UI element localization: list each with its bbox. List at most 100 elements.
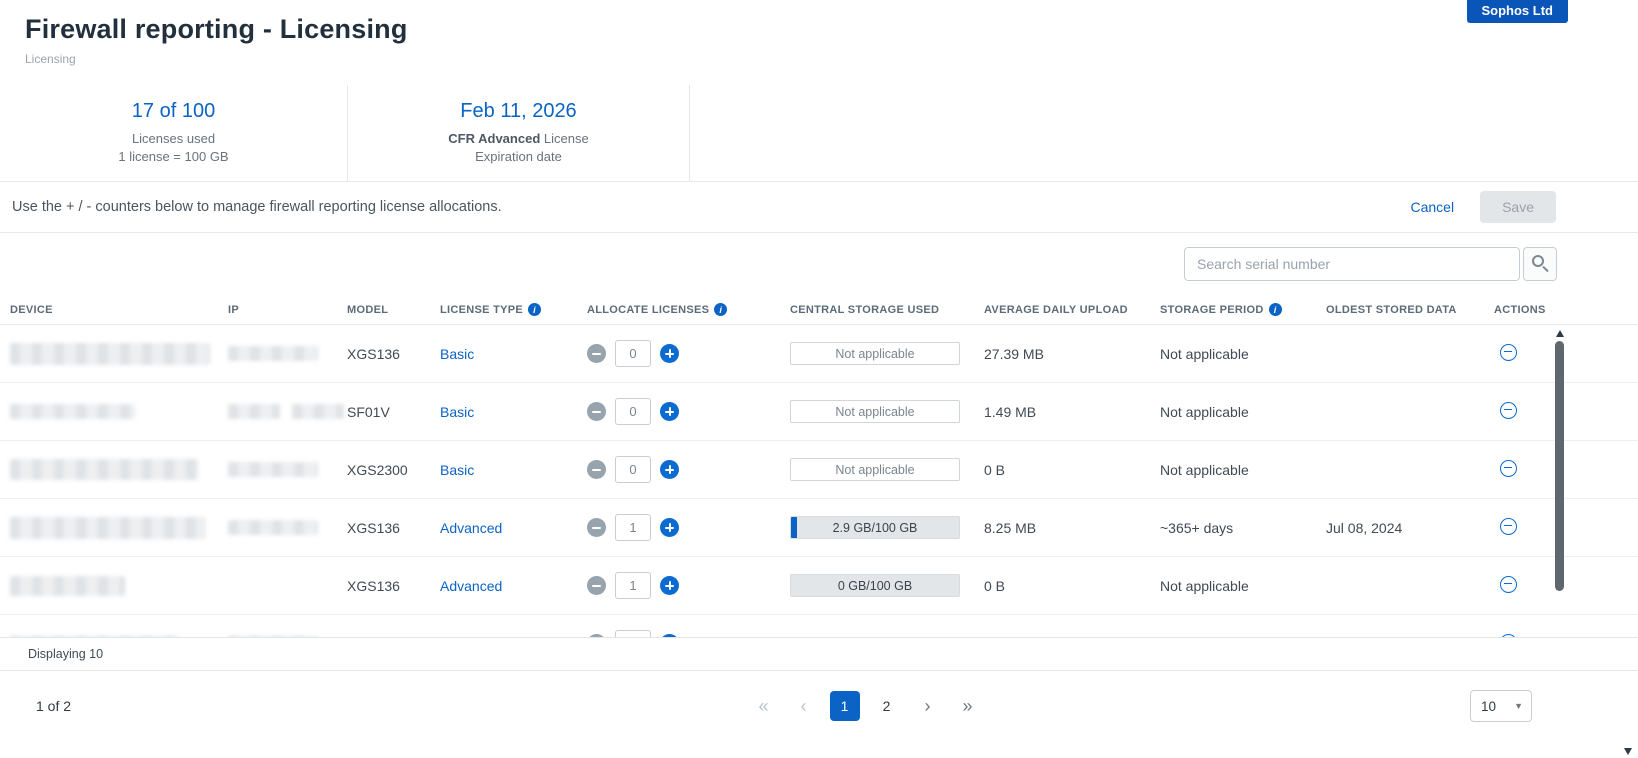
table-row: XGS136 Basic Not applicable 27.39 MB Not… <box>0 325 1638 383</box>
model-cell: SF01V <box>347 404 440 420</box>
column-header-model: MODEL <box>347 304 440 316</box>
decrement-license-button[interactable] <box>587 402 606 421</box>
increment-license-button[interactable] <box>660 576 679 595</box>
tenant-badge[interactable]: Sophos Ltd <box>1467 0 1569 23</box>
cancel-button[interactable]: Cancel <box>1410 199 1454 215</box>
allocate-count-input[interactable] <box>615 398 651 425</box>
remove-allocation-icon[interactable] <box>1500 634 1517 638</box>
scroll-down-arrow-icon[interactable] <box>1624 748 1632 755</box>
actions-cell <box>1494 634 1638 638</box>
central-storage-cell: 2.9 GB/100 GB <box>790 516 984 539</box>
table-header-row: DEVICEIPMODELLICENSE TYPEiALLOCATE LICEN… <box>0 295 1638 325</box>
column-header-license-type: LICENSE TYPEi <box>440 303 587 316</box>
scroll-up-arrow-icon[interactable] <box>1556 330 1564 337</box>
page-size-select[interactable]: 10 ▼ <box>1470 690 1532 722</box>
oldest-data-cell: Jul 08, 2024 <box>1326 520 1494 536</box>
storage-usage-text: Not applicable <box>835 347 914 361</box>
increment-license-button[interactable] <box>660 344 679 363</box>
allocate-licenses-counter <box>587 398 790 425</box>
daily-upload-cell: 27.39 MB <box>984 346 1160 362</box>
remove-allocation-icon[interactable] <box>1500 460 1517 477</box>
model-cell: XGS2300 <box>347 462 440 478</box>
license-type-link[interactable]: Basic <box>440 404 587 420</box>
page-button-2[interactable]: 2 <box>872 691 902 721</box>
decrement-license-button[interactable] <box>587 344 606 363</box>
license-type-link[interactable]: Advanced <box>440 520 587 536</box>
daily-upload-cell: 8.25 MB <box>984 520 1160 536</box>
ip-cell <box>228 520 347 535</box>
page-number-group: 12 <box>830 691 902 721</box>
column-label: STORAGE PERIOD <box>1160 304 1264 316</box>
increment-license-button[interactable] <box>660 634 679 637</box>
decrement-license-button[interactable] <box>587 460 606 479</box>
license-name-rest: License <box>544 131 589 146</box>
redacted-device-name <box>10 517 206 539</box>
licenses-used-stat: 17 of 100 Licenses used 1 license = 100 … <box>0 85 348 181</box>
decrement-license-button[interactable] <box>587 634 606 637</box>
expiration-date-value: Feb 11, 2026 <box>460 100 576 123</box>
table-body: XGS136 Basic Not applicable 27.39 MB Not… <box>0 325 1638 637</box>
storage-usage-text: Not applicable <box>835 405 914 419</box>
scrollbar-thumb[interactable] <box>1555 341 1564 591</box>
storage-period-cell: Not applicable <box>1160 578 1326 594</box>
actions-cell <box>1494 344 1638 364</box>
column-header-allocate-licenses: ALLOCATE LICENSESi <box>587 303 790 316</box>
search-bar <box>0 233 1638 295</box>
licenses-used-label: Licenses used <box>132 130 215 148</box>
table-scrollbar <box>1555 330 1564 632</box>
table-row: XGS136 Advanced 2.9 GB/100 GB 8.25 MB ~3… <box>0 499 1638 557</box>
last-page-button[interactable]: » <box>954 692 982 720</box>
expiration-stat: Feb 11, 2026 CFR Advanced License Expira… <box>348 85 690 181</box>
increment-license-button[interactable] <box>660 518 679 537</box>
first-page-button[interactable]: « <box>750 692 778 720</box>
column-header-central-storage-used: CENTRAL STORAGE USED <box>790 304 984 316</box>
allocate-count-input[interactable] <box>615 514 651 541</box>
decrement-license-button[interactable] <box>587 576 606 595</box>
info-icon[interactable]: i <box>714 303 727 316</box>
allocate-licenses-counter <box>587 514 790 541</box>
redacted-ip <box>292 404 344 419</box>
ip-cell <box>228 346 347 361</box>
storage-usage-text: 2.9 GB/100 GB <box>833 521 918 535</box>
next-page-button[interactable]: › <box>914 692 942 720</box>
remove-allocation-icon[interactable] <box>1500 344 1517 361</box>
remove-allocation-icon[interactable] <box>1500 402 1517 419</box>
device-cell <box>10 576 228 596</box>
storage-usage-box: Not applicable <box>790 400 960 423</box>
redacted-device-name <box>10 459 198 480</box>
licenses-used-value: 17 of 100 <box>132 100 215 123</box>
allocate-count-input[interactable] <box>615 340 651 367</box>
page-button-1[interactable]: 1 <box>830 691 860 721</box>
save-button[interactable]: Save <box>1480 191 1556 223</box>
column-label: MODEL <box>347 304 388 316</box>
actions-cell <box>1494 460 1638 480</box>
storage-usage-text: 0 GB/100 GB <box>838 579 912 593</box>
previous-page-button[interactable]: ‹ <box>790 692 818 720</box>
allocate-count-input[interactable] <box>615 572 651 599</box>
license-type-link[interactable]: Basic <box>440 462 587 478</box>
decrement-license-button[interactable] <box>587 518 606 537</box>
page-header: Firewall reporting - Licensing Licensing… <box>0 0 1638 85</box>
allocate-count-input[interactable] <box>615 630 651 637</box>
increment-license-button[interactable] <box>660 460 679 479</box>
column-header-ip: IP <box>228 304 347 316</box>
license-name-bold: CFR Advanced <box>448 131 540 146</box>
allocate-licenses-counter <box>587 630 790 637</box>
increment-license-button[interactable] <box>660 402 679 421</box>
remove-allocation-icon[interactable] <box>1500 576 1517 593</box>
device-cell <box>10 636 228 637</box>
search-input[interactable] <box>1184 247 1520 281</box>
license-type-link[interactable]: Advanced <box>440 578 587 594</box>
license-type-link[interactable]: Basic <box>440 346 587 362</box>
allocate-count-input[interactable] <box>615 456 651 483</box>
column-header-oldest-stored-data: OLDEST STORED DATA <box>1326 304 1494 316</box>
info-icon[interactable]: i <box>528 303 541 316</box>
search-button[interactable] <box>1523 247 1557 281</box>
remove-allocation-icon[interactable] <box>1500 518 1517 535</box>
redacted-ip <box>228 404 280 419</box>
device-cell <box>10 404 228 419</box>
license-ratio-label: 1 license = 100 GB <box>118 148 228 166</box>
model-cell: XGS136 <box>347 578 440 594</box>
info-icon[interactable]: i <box>1269 303 1282 316</box>
column-header-actions: ACTIONS <box>1494 304 1638 316</box>
